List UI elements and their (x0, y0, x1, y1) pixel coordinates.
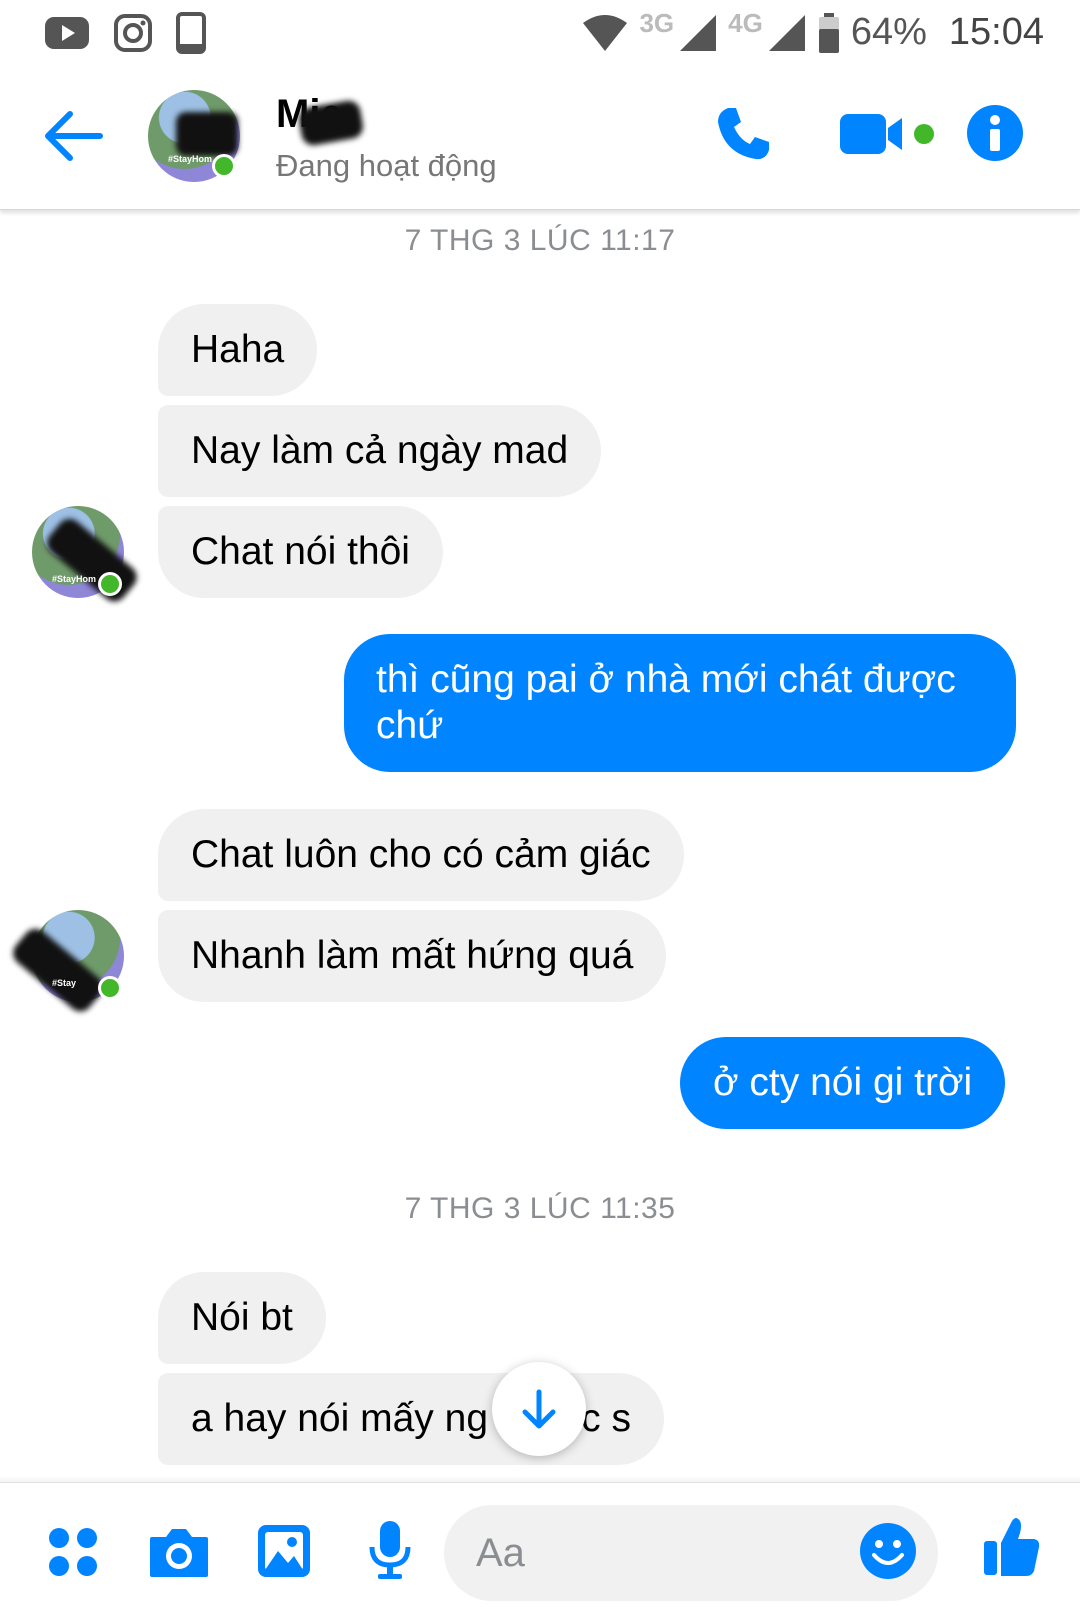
incoming-message[interactable]: Chat luôn cho có cảm giác (158, 809, 684, 901)
scroll-down-arrow-icon (522, 1389, 556, 1429)
signal-icon (680, 14, 717, 51)
info-icon[interactable] (966, 104, 1024, 162)
network-type-1: 3G (639, 8, 675, 38)
online-indicator (98, 976, 122, 1000)
wifi-icon (583, 14, 628, 51)
message-input[interactable]: Aa (444, 1505, 938, 1601)
like-icon[interactable] (982, 1515, 1042, 1579)
contact-avatar[interactable]: #StayHom (148, 90, 240, 182)
emoji-icon[interactable] (858, 1521, 918, 1581)
message-text-part: c s (581, 1397, 631, 1440)
scroll-to-bottom-button[interactable] (492, 1362, 586, 1456)
incoming-message[interactable]: a hay nói mấy ng c s (158, 1373, 664, 1465)
instagram-icon (114, 14, 152, 52)
status-bar: 3G 4G 64% 15:04 (0, 0, 1080, 66)
conversation-header: #StayHom Mie Đang hoạt động (0, 66, 1080, 210)
gallery-icon[interactable] (256, 1523, 312, 1579)
timestamp: 7 THG 3 LÚC 11:17 (404, 224, 676, 257)
message-composer: Aa (0, 1482, 1080, 1620)
sender-avatar[interactable]: #Stay (8, 910, 124, 1017)
timestamp: 7 THG 3 LÚC 11:35 (404, 1192, 676, 1225)
signal-icon (768, 14, 805, 51)
message-placeholder: Aa (476, 1531, 525, 1575)
incoming-message[interactable]: Haha (158, 304, 318, 396)
back-arrow-icon[interactable] (40, 108, 104, 164)
apps-icon[interactable] (48, 1527, 98, 1577)
clock: 15:04 (948, 11, 1044, 53)
online-indicator (98, 572, 122, 596)
incoming-message[interactable]: Chat nói thôi (158, 506, 443, 598)
battery-percent: 64% (850, 11, 927, 53)
contact-status: Đang hoạt động (276, 148, 497, 183)
incoming-message[interactable]: Nói bt (158, 1272, 326, 1364)
microphone-icon[interactable] (366, 1519, 414, 1581)
call-icon[interactable] (714, 104, 772, 162)
youtube-icon (45, 17, 89, 49)
incoming-message[interactable]: Nay làm cả ngày mad (158, 405, 602, 497)
online-indicator (212, 154, 236, 178)
network-type-2: 4G (728, 8, 763, 38)
phone-icon (176, 12, 206, 54)
notification-icons (44, 12, 206, 54)
incoming-message[interactable]: Nhanh làm mất hứng quá (158, 910, 667, 1002)
system-indicators: 3G 4G 64% 15:04 (581, 8, 1044, 57)
outgoing-message[interactable]: ở cty nói gi trời (680, 1037, 1006, 1129)
battery-icon (818, 12, 839, 53)
outgoing-message[interactable]: thì cũng pai ở nhà mới chát được chứ (344, 634, 1016, 772)
camera-icon[interactable] (148, 1525, 210, 1579)
sender-avatar[interactable]: #StayHom (32, 506, 142, 607)
video-call-icon[interactable] (838, 110, 936, 158)
message-text-part: a hay nói mấy ng (191, 1397, 489, 1440)
